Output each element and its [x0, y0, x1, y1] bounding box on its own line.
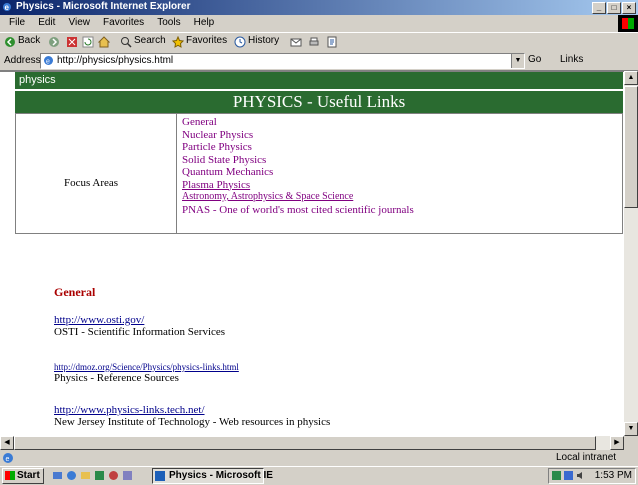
- horizontal-scrollbar[interactable]: ◀ ▶: [0, 436, 624, 450]
- search-button[interactable]: Search: [134, 35, 166, 46]
- ie-icon: [155, 471, 165, 481]
- scroll-down-icon[interactable]: ▼: [624, 422, 638, 436]
- tray-icon[interactable]: [552, 471, 561, 480]
- forward-arrow-icon[interactable]: [48, 36, 60, 48]
- menu-favorites[interactable]: Favorites: [98, 15, 149, 28]
- standard-toolbar: Back Search Favorites History: [0, 32, 638, 53]
- status-bar: ◀ ▶ e Local intranet: [0, 436, 638, 466]
- focus-link-particle[interactable]: Particle Physics: [182, 141, 414, 154]
- address-input[interactable]: [57, 54, 497, 67]
- ie-icon: e: [3, 3, 11, 12]
- back-button[interactable]: Back: [18, 35, 40, 46]
- address-box[interactable]: e ▼: [40, 53, 525, 69]
- print-icon[interactable]: [308, 36, 320, 48]
- taskbar-item-label: Physics - Microsoft IE: [169, 470, 273, 481]
- focus-link-pnas[interactable]: PNAS - One of world's most cited scienti…: [182, 204, 414, 217]
- entry-description: OSTI - Scientific Information Services: [54, 326, 226, 338]
- h-scroll-thumb[interactable]: [14, 436, 596, 450]
- scroll-thumb[interactable]: [624, 86, 638, 208]
- maximize-button[interactable]: □: [607, 2, 621, 14]
- windows-flag-icon: [5, 471, 15, 480]
- history-icon[interactable]: [234, 36, 246, 48]
- windows-logo: [618, 15, 638, 32]
- close-button[interactable]: ×: [622, 2, 636, 14]
- focus-link-list: General Nuclear Physics Particle Physics…: [182, 116, 414, 216]
- menu-edit[interactable]: Edit: [33, 15, 60, 28]
- section-bar: physics: [15, 72, 623, 89]
- home-icon[interactable]: [98, 36, 110, 48]
- page-viewport: physics PHYSICS - Useful Links Focus Are…: [0, 71, 624, 437]
- app-icon[interactable]: [108, 470, 119, 481]
- table-divider: [176, 114, 177, 233]
- app-icon[interactable]: [122, 470, 133, 481]
- tray-icon[interactable]: [564, 471, 573, 480]
- page-banner: PHYSICS - Useful Links: [15, 91, 623, 113]
- links-button[interactable]: Links: [560, 54, 583, 65]
- focus-areas-label: Focus Areas: [64, 177, 119, 189]
- focus-link-nuclear[interactable]: Nuclear Physics: [182, 129, 414, 142]
- entry-link[interactable]: http://dmoz.org/Science/Physics/physics-…: [54, 362, 239, 372]
- page-icon: e: [44, 56, 53, 66]
- start-label: Start: [17, 470, 40, 481]
- stop-icon[interactable]: [66, 36, 78, 48]
- menu-file[interactable]: File: [4, 15, 30, 28]
- volume-icon[interactable]: [576, 471, 585, 480]
- address-bar: Address e ▼ Go Links: [0, 52, 638, 71]
- zone-indicator: Local intranet: [556, 452, 617, 463]
- menu-help[interactable]: Help: [189, 15, 220, 28]
- focus-link-quantum[interactable]: Quantum Mechanics: [182, 166, 414, 179]
- taskbar-item-ie[interactable]: Physics - Microsoft IE: [152, 468, 273, 484]
- entry-description: New Jersey Institute of Technology - Web…: [54, 416, 331, 428]
- search-icon[interactable]: [120, 36, 132, 48]
- windows-flag-icon: [622, 18, 634, 29]
- scroll-up-icon[interactable]: ▲: [624, 71, 638, 85]
- menu-view[interactable]: View: [63, 15, 95, 28]
- edit-icon[interactable]: [326, 36, 338, 48]
- system-tray: 1:53 PM: [548, 468, 636, 484]
- mail-icon[interactable]: [290, 36, 302, 48]
- focus-link-general[interactable]: General: [182, 116, 414, 129]
- window-controls: _ □ ×: [592, 2, 636, 14]
- taskbar: Start Physics - Microsoft IE 1:53 PM: [0, 466, 638, 485]
- scroll-left-icon[interactable]: ◀: [0, 436, 14, 450]
- svg-text:e: e: [46, 59, 50, 66]
- focus-areas-table: Focus Areas General Nuclear Physics Part…: [15, 113, 623, 234]
- focus-link-plasma[interactable]: Plasma Physics: [182, 179, 414, 192]
- address-label: Address: [4, 55, 41, 66]
- page-status-icon: e: [3, 453, 13, 463]
- menu-bar: File Edit View Favorites Tools Help: [0, 15, 638, 32]
- link-entry: http://www.osti.gov/ OSTI - Scientific I…: [54, 314, 225, 338]
- refresh-icon[interactable]: [82, 36, 94, 48]
- start-button[interactable]: Start: [2, 468, 44, 484]
- address-dropdown-icon[interactable]: ▼: [511, 54, 524, 68]
- history-button[interactable]: History: [248, 35, 279, 46]
- svg-text:e: e: [6, 456, 10, 463]
- scroll-right-icon[interactable]: ▶: [610, 436, 624, 450]
- section-bar-label: physics: [19, 74, 56, 86]
- favorites-button[interactable]: Favorites: [186, 35, 227, 46]
- link-entry: http://dmoz.org/Science/Physics/physics-…: [54, 362, 239, 384]
- general-heading: General: [54, 285, 96, 299]
- show-desktop-icon[interactable]: [52, 470, 63, 481]
- entry-link[interactable]: http://www.osti.gov/: [54, 314, 225, 326]
- window-title: Physics - Microsoft Internet Explorer: [16, 1, 191, 12]
- entry-description: Physics - Reference Sources: [54, 372, 179, 384]
- vertical-scrollbar[interactable]: ▲ ▼: [624, 71, 638, 436]
- outlook-icon[interactable]: [80, 470, 91, 481]
- entry-link[interactable]: http://www.physics-links.tech.net/: [54, 404, 330, 416]
- minimize-button[interactable]: _: [592, 2, 606, 14]
- app-icon[interactable]: [94, 470, 105, 481]
- title-bar: e Physics - Microsoft Internet Explorer …: [0, 0, 638, 15]
- clock: 1:53 PM: [594, 470, 632, 481]
- ie-quicklaunch-icon[interactable]: [66, 470, 77, 481]
- focus-link-astronomy[interactable]: Astronomy, Astrophysics & Space Science: [182, 191, 414, 204]
- favorites-icon[interactable]: [172, 36, 184, 48]
- link-entry: http://www.physics-links.tech.net/ New J…: [54, 404, 330, 428]
- go-button[interactable]: Go: [528, 54, 541, 65]
- focus-link-solid-state[interactable]: Solid State Physics: [182, 154, 414, 167]
- back-arrow-icon[interactable]: [4, 36, 16, 48]
- svg-text:e: e: [5, 3, 10, 12]
- menu-tools[interactable]: Tools: [152, 15, 185, 28]
